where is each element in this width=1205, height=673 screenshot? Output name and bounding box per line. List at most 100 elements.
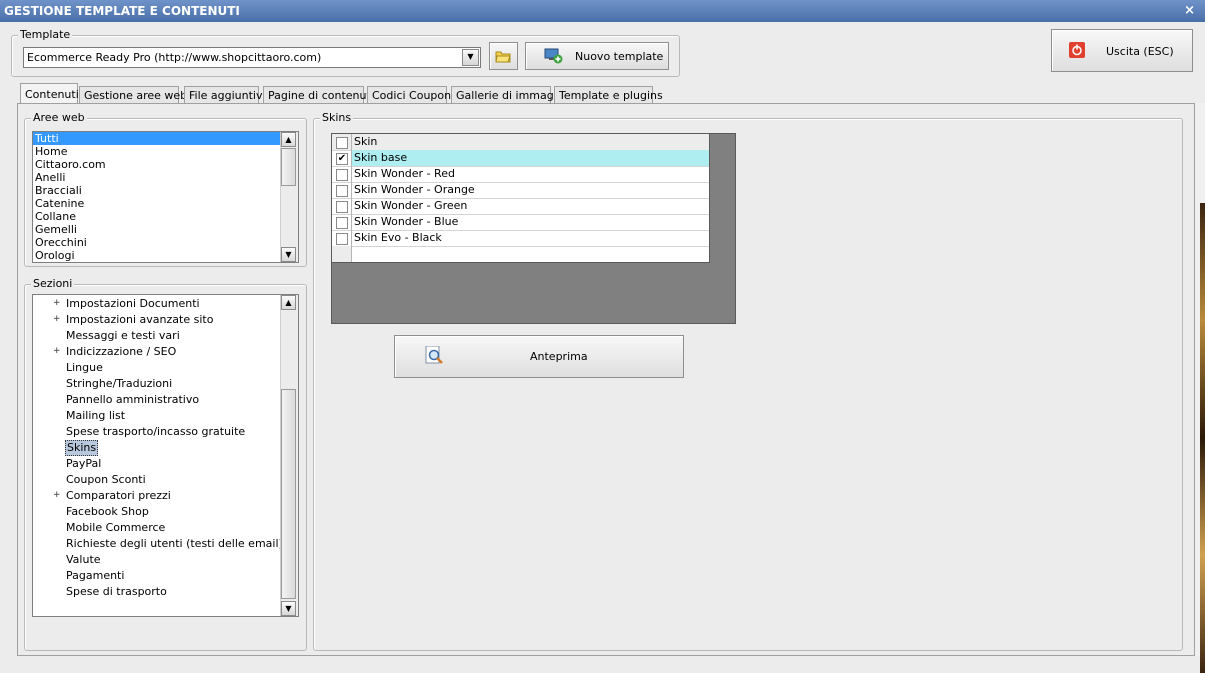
expand-icon[interactable]: + [53,299,61,308]
new-template-button[interactable]: Nuovo template [525,42,669,70]
skins-group: Skins Skin ✔ Skin base Skin Wonder - Red Sk… [313,111,1183,651]
sezioni-group: Sezioni + Impostazioni Documenti + Impostaz… [24,277,307,651]
list-item[interactable]: Catenine [33,197,281,210]
aree-web-group: Aree web Tutti Home Cittaoro.com Anelli Brac… [24,111,307,267]
tree-item[interactable]: Messaggi e testi vari [33,328,281,344]
tree-item[interactable]: + Comparatori prezzi [33,488,281,504]
tab-label: Template e plugins [559,89,663,102]
sezioni-scrollbar[interactable]: ▲ ▼ [280,295,298,616]
folder-icon [495,51,511,63]
tree-item[interactable]: + Impostazioni Documenti [33,296,281,312]
window-title: GESTIONE TEMPLATE E CONTENUTI [4,4,240,18]
list-item[interactable]: Bracciali [33,184,281,197]
tree-item[interactable]: Pannello amministrativo [33,392,281,408]
list-item[interactable]: Gemelli [33,223,281,236]
preview-button[interactable]: Anteprima [394,335,684,378]
scroll-thumb[interactable] [281,148,296,186]
scroll-up-icon[interactable]: ▲ [281,132,296,147]
list-item[interactable]: Cittaoro.com [33,158,281,171]
scroll-down-icon[interactable]: ▼ [281,601,296,616]
skin-row[interactable]: Skin Wonder - Red [332,166,709,183]
tree-item-label: Valute [66,553,101,566]
skin-name: Skin Wonder - Blue [354,215,459,228]
scroll-down-icon[interactable]: ▼ [281,247,296,262]
tab-pagine-di-contenuti[interactable]: Pagine di contenuti [263,86,374,104]
expand-icon[interactable]: + [53,347,61,356]
scroll-thumb[interactable] [281,389,296,599]
tree-item[interactable]: Coupon Sconti [33,472,281,488]
tree-item[interactable]: Valute [33,552,281,568]
list-item[interactable]: Collane [33,210,281,223]
tab-label: File aggiuntivi [189,89,266,102]
open-folder-button[interactable] [489,42,518,70]
skin-name: Skin Evo - Black [354,231,442,244]
skin-check-cell [332,166,352,182]
tree-item-label: Facebook Shop [66,505,149,518]
list-item[interactable]: Anelli [33,171,281,184]
sezioni-tree[interactable]: + Impostazioni Documenti + Impostazioni ava… [32,294,299,617]
tree-item[interactable]: Stringhe/Traduzioni [33,376,281,392]
skin-column-header: Skin [354,135,378,148]
skin-checkbox[interactable] [336,169,348,181]
aree-web-scrollbar[interactable]: ▲ ▼ [280,132,298,262]
tree-item-label: Messaggi e testi vari [66,329,180,342]
tree-item-label: Pagamenti [66,569,125,582]
skins-grid: Skin ✔ Skin base Skin Wonder - Red Skin Won… [331,133,736,324]
tree-item[interactable]: Richieste degli utenti (testi delle emai… [33,536,283,552]
list-item[interactable]: Orologi [33,249,281,262]
tab-label: Pagine di contenuti [268,89,374,102]
tab-label: Codici Coupon [372,89,452,102]
template-select[interactable]: Ecommerce Ready Pro (http://www.shopcitt… [23,47,481,68]
expand-icon[interactable]: + [53,491,61,500]
skins-grid-header: Skin [332,134,709,151]
tree-item[interactable]: + Indicizzazione / SEO [33,344,281,360]
tree-item[interactable]: + Impostazioni avanzate sito [33,312,281,328]
tree-item-label: Mailing list [66,409,126,422]
exit-button[interactable]: Uscita (ESC) [1051,29,1193,72]
close-icon[interactable]: × [1184,3,1195,18]
tab-gallerie-di-immagini[interactable]: Gallerie di immagini [451,86,567,104]
skin-row[interactable]: Skin Wonder - Orange [332,182,709,199]
tree-item[interactable]: Mailing list [33,408,281,424]
template-select-value: Ecommerce Ready Pro (http://www.shopcitt… [27,51,322,64]
add-monitor-icon [544,48,563,64]
skin-row[interactable]: Skin Wonder - Green [332,198,709,215]
right-edge [1195,103,1205,673]
tree-item[interactable]: Facebook Shop [33,504,281,520]
tab-gestione-aree-web[interactable]: Gestione aree web [79,86,187,104]
skin-row[interactable]: Skin Wonder - Blue [332,214,709,231]
tree-item-label: Pannello amministrativo [66,393,200,406]
tab-codici-coupon[interactable]: Codici Coupon [367,86,451,104]
aree-web-list[interactable]: Tutti Home Cittaoro.com Anelli Bracciali Cate… [32,131,299,263]
tab-label: Gallerie di immagini [456,89,567,102]
tree-item[interactable]: Lingue [33,360,281,376]
expand-icon[interactable]: + [53,315,61,324]
skin-checkbox[interactable] [336,233,348,245]
exit-label: Uscita (ESC) [1106,45,1174,58]
skin-checkbox[interactable] [336,217,348,229]
title-bar: GESTIONE TEMPLATE E CONTENUTI × [0,0,1205,22]
skin-checkbox[interactable] [336,201,348,213]
scroll-up-icon[interactable]: ▲ [281,295,296,310]
skin-row[interactable]: ✔ Skin base [332,150,709,167]
list-item[interactable]: Home [33,145,281,158]
tree-item[interactable]: Mobile Commerce [33,520,281,536]
tree-item[interactable]: Pagamenti [33,568,281,584]
tree-item[interactable]: Spese di trasporto [33,584,281,600]
template-legend: Template [18,28,73,41]
tab-contenuti[interactable]: Contenuti [20,83,79,104]
tree-item[interactable]: PayPal [33,456,281,472]
list-item[interactable]: Orecchini [33,236,281,249]
skin-checkbox[interactable] [336,185,348,197]
background-image-strip [1200,203,1205,673]
tab-template-e-plugins[interactable]: Template e plugins [554,86,663,104]
sezioni-items: + Impostazioni Documenti + Impostazioni ava… [33,296,283,616]
tab-file-aggiuntivi[interactable]: File aggiuntivi [184,86,266,104]
skin-checkbox[interactable]: ✔ [336,153,348,165]
list-item[interactable]: Tutti [33,132,281,145]
skin-row[interactable]: Skin Evo - Black [332,230,709,247]
select-all-checkbox[interactable] [336,137,348,149]
tree-item[interactable]: Spese trasporto/incasso gratuite [33,424,281,440]
tree-item[interactable]: Skins [33,440,281,456]
chevron-down-icon[interactable]: ▼ [462,49,479,66]
